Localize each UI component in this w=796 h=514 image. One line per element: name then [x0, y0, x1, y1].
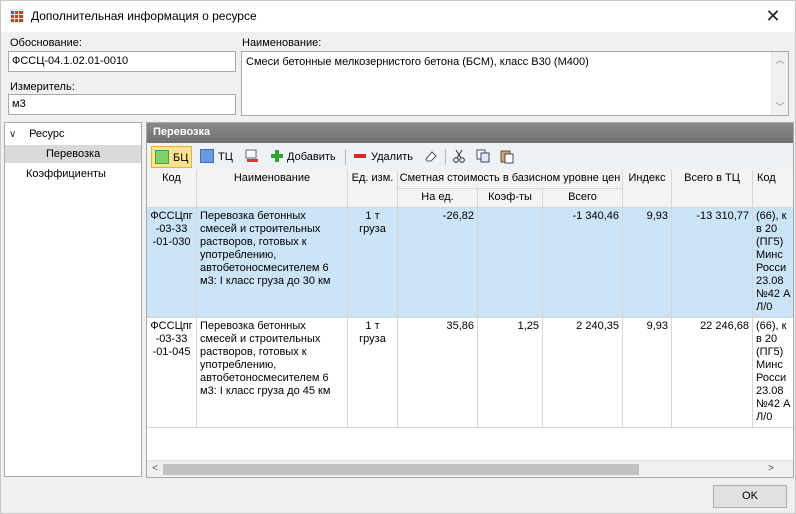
minus-icon	[354, 154, 366, 158]
navigation-tree: ∨ Ресурс Перевозка Коэффициенты	[4, 122, 142, 477]
toolbar-separator	[345, 149, 346, 165]
scroll-left-icon[interactable]: <	[147, 461, 163, 477]
column-header-total[interactable]: Всего	[543, 189, 623, 208]
column-group-base-cost: Сметная стоимость в базисном уровне цен	[398, 170, 623, 189]
app-grid-icon	[10, 9, 24, 23]
copy-button[interactable]	[472, 146, 494, 168]
basis-field[interactable]: ФССЦ-04.1.02.01-0010	[8, 51, 236, 72]
green-square-icon	[155, 150, 169, 164]
transport-table: Код Наименование Ед. изм. Сметная стоимо…	[147, 170, 793, 461]
column-header-name[interactable]: Наименование	[197, 170, 348, 208]
panel-title: Перевозка	[147, 123, 793, 143]
cut-button[interactable]	[448, 146, 470, 168]
cell-index: 9,93	[623, 318, 672, 428]
cell-index: 9,93	[623, 208, 672, 318]
scrollbar-thumb[interactable]	[163, 464, 639, 475]
tc-toggle-button[interactable]: ТЦ	[197, 146, 236, 168]
tree-item-label: Ресурс	[29, 128, 65, 140]
unit-label: Измеритель:	[10, 81, 75, 93]
tree-item-resource[interactable]: ∨ Ресурс	[9, 125, 65, 143]
cell-coef: 1,25	[478, 318, 543, 428]
tree-item-transport[interactable]: Перевозка	[5, 145, 141, 163]
name-field-scrollbar[interactable]: ︿ ﹀	[771, 52, 788, 115]
copy-icon	[476, 149, 490, 163]
cell-total: 2 240,35	[543, 318, 623, 428]
cell-code: ФССЦпг -03-33 -01-030	[147, 208, 197, 318]
column-header-per-unit[interactable]: На ед.	[398, 189, 478, 208]
scroll-up-icon[interactable]: ︿	[772, 52, 788, 68]
add-button[interactable]: Добавить	[267, 146, 339, 168]
cell-code2: (66), кв 20 (ПГ5) Минс Росси 23.08 №42 А…	[753, 318, 793, 428]
dialog-window: Дополнительная информация о ресурсе ✕ Об…	[0, 0, 796, 514]
scroll-down-icon[interactable]: ﹀	[772, 99, 788, 115]
window-title: Дополнительная информация о ресурсе	[31, 9, 257, 23]
eraser-icon	[425, 151, 437, 162]
bc-toggle-button[interactable]: БЦ	[151, 146, 193, 168]
cell-code2: (66), кв 20 (ПГ5) Минс Росси 23.08 №42 А…	[753, 208, 793, 318]
plus-icon	[271, 150, 283, 162]
cell-name: Перевозка бетонных смесей и строительных…	[197, 318, 348, 428]
chevron-down-icon[interactable]: ∨	[9, 126, 21, 144]
edit-button[interactable]	[241, 146, 263, 168]
tree-item-coefficients[interactable]: Коэффициенты	[26, 165, 106, 183]
toolbar-separator	[445, 149, 446, 165]
horizontal-scrollbar[interactable]: < >	[147, 460, 793, 477]
table-row[interactable]: ФССЦпг -03-33 -01-030 Перевозка бетонных…	[147, 208, 793, 318]
tc-label: ТЦ	[218, 151, 233, 163]
bc-label: БЦ	[173, 152, 189, 164]
scroll-right-icon[interactable]: >	[763, 461, 779, 477]
cell-total-tc: 22 246,68	[672, 318, 753, 428]
cell-per-unit: 35,86	[398, 318, 478, 428]
paste-icon	[500, 150, 514, 164]
edit-record-icon	[245, 149, 258, 162]
column-header-index[interactable]: Индекс	[623, 170, 672, 208]
table-row[interactable]: ФССЦпг -03-33 -01-045 Перевозка бетонных…	[147, 318, 793, 428]
unit-field[interactable]: м3	[8, 94, 236, 115]
cell-per-unit: -26,82	[398, 208, 478, 318]
column-header-coef[interactable]: Коэф-ты	[478, 189, 543, 208]
scissors-icon	[453, 149, 465, 163]
name-field-text: Смеси бетонные мелкозернистого бетона (Б…	[246, 56, 589, 68]
column-header-unit[interactable]: Ед. изм.	[348, 170, 398, 208]
cell-total: -1 340,46	[543, 208, 623, 318]
cell-coef	[478, 208, 543, 318]
cell-name: Перевозка бетонных смесей и строительных…	[197, 208, 348, 318]
blue-square-icon	[200, 149, 214, 163]
title-bar: Дополнительная информация о ресурсе ✕	[1, 1, 795, 32]
delete-label: Удалить	[371, 151, 413, 163]
basis-label: Обоснование:	[10, 37, 82, 49]
tree-item-label: Коэффициенты	[26, 168, 106, 180]
name-label: Наименование:	[242, 37, 322, 49]
close-button[interactable]: ✕	[751, 1, 795, 32]
clear-button[interactable]	[420, 146, 442, 168]
cell-unit: 1 т груза	[348, 318, 398, 428]
cell-code: ФССЦпг -03-33 -01-045	[147, 318, 197, 428]
cell-total-tc: -13 310,77	[672, 208, 753, 318]
column-header-code[interactable]: Код	[147, 170, 197, 208]
toolbar: БЦ ТЦ Добавить Удалить	[147, 143, 793, 171]
name-field[interactable]: Смеси бетонные мелкозернистого бетона (Б…	[241, 51, 789, 116]
column-header-total-tc[interactable]: Всего в ТЦ	[672, 170, 753, 208]
column-header-code2[interactable]: Код	[753, 170, 793, 208]
transport-panel: Перевозка БЦ ТЦ Добавить Удалить Код Наи…	[146, 122, 794, 478]
delete-button[interactable]: Удалить	[350, 146, 416, 168]
tree-item-label: Перевозка	[46, 148, 101, 160]
add-label: Добавить	[287, 151, 336, 163]
cell-unit: 1 т груза	[348, 208, 398, 318]
close-icon: ✕	[765, 6, 781, 26]
ok-button[interactable]: OK	[713, 485, 787, 508]
paste-button[interactable]	[496, 146, 518, 168]
